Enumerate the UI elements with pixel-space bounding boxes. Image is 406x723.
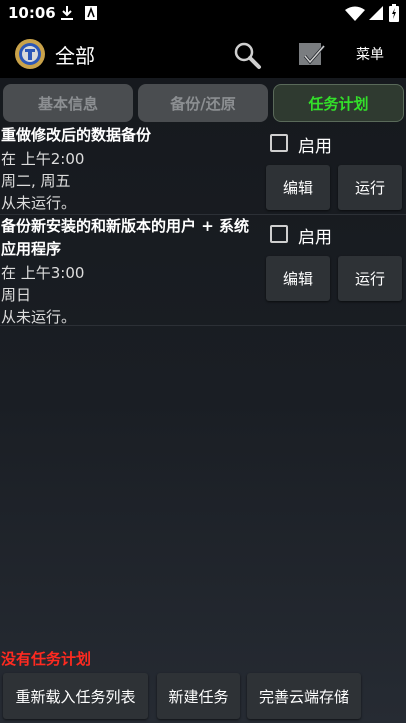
enable-checkbox[interactable] <box>270 225 288 243</box>
new-task-button[interactable]: 新建任务 <box>157 673 240 719</box>
reload-tasks-button[interactable]: 重新载入任务列表 <box>3 673 148 719</box>
tab-overview[interactable]: 基本信息 <box>3 84 133 122</box>
schedule-last-run: 从未运行。 <box>1 194 77 212</box>
schedule-time: 在 上午2:00 <box>1 150 85 168</box>
search-icon[interactable] <box>232 40 262 70</box>
tab-bar: 基本信息 备份/还原 任务计划 <box>0 84 406 122</box>
edit-button[interactable]: 编辑 <box>266 256 330 301</box>
status-bar: 10:06 <box>0 0 406 28</box>
schedule-item: 备份新安装的和新版本的用户 + 系统 应用程序 在 上午3:00 周日 从未运行… <box>0 215 406 326</box>
schedule-last-run: 从未运行。 <box>1 308 77 326</box>
schedule-item: 重做修改后的数据备份 在 上午2:00 周二, 周五 从未运行。 启用 编辑 运… <box>0 124 406 215</box>
titanium-backup-logo-icon[interactable] <box>14 38 46 70</box>
battery-icon <box>389 4 399 22</box>
enable-label[interactable]: 启用 <box>298 223 332 248</box>
cloud-storage-button[interactable]: 完善云端存储 <box>247 673 361 719</box>
tab-backup-restore[interactable]: 备份/还原 <box>138 84 268 122</box>
app-title[interactable]: 全部 <box>55 40 95 69</box>
schedule-days: 周日 <box>1 286 32 304</box>
run-button[interactable]: 运行 <box>338 165 402 210</box>
tab-schedules[interactable]: 任务计划 <box>273 84 404 122</box>
menu-button[interactable]: 菜单 <box>356 44 384 64</box>
schedule-name-line1: 备份新安装的和新版本的用户 + 系统 <box>1 217 250 235</box>
run-button[interactable]: 运行 <box>338 256 402 301</box>
schedule-name-line2: 应用程序 <box>1 240 62 258</box>
status-time: 10:06 <box>8 4 56 22</box>
app-bar: 全部 菜单 <box>0 28 406 78</box>
edit-button[interactable]: 编辑 <box>266 165 330 210</box>
schedule-time: 在 上午3:00 <box>1 264 85 282</box>
schedule-name: 重做修改后的数据备份 <box>1 126 152 144</box>
wifi-icon <box>345 6 365 21</box>
download-icon <box>61 6 73 20</box>
signal-icon <box>369 6 383 20</box>
app-notification-icon <box>85 6 97 20</box>
enable-checkbox[interactable] <box>270 134 288 152</box>
schedule-days: 周二, 周五 <box>1 172 71 190</box>
batch-select-icon[interactable] <box>296 40 326 70</box>
enable-label[interactable]: 启用 <box>298 132 332 157</box>
no-schedules-message: 没有任务计划 <box>1 650 92 668</box>
